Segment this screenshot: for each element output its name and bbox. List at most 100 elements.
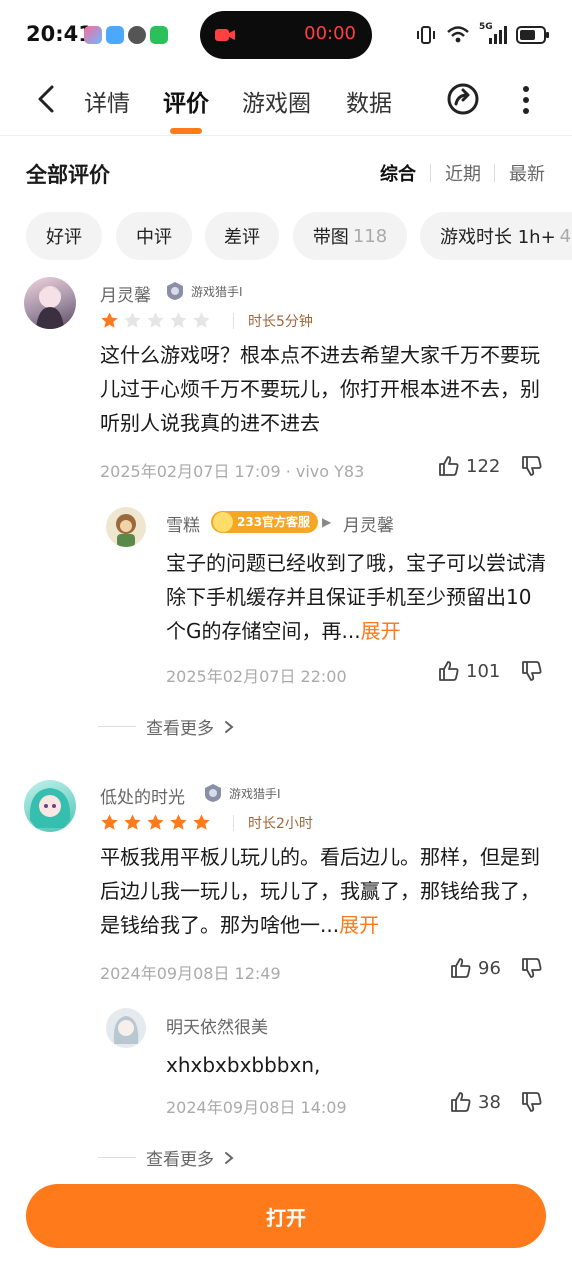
like-button[interactable]: 38: [450, 1091, 501, 1113]
tab-data[interactable]: 数据: [346, 84, 392, 118]
expand-link[interactable]: 展开: [339, 913, 379, 937]
divider-line: [98, 1157, 136, 1158]
cellular-signal-icon: 5G: [479, 22, 507, 46]
thumbs-up-icon: [451, 1092, 471, 1112]
chevron-right-icon: [225, 720, 234, 733]
section-title: 全部评价: [26, 163, 110, 187]
app-notification-icon: [84, 26, 102, 44]
star-filled-icon: [147, 814, 164, 830]
review-meta: 2024年09月08日 12:49: [100, 964, 281, 983]
star-filled-icon: [101, 312, 118, 328]
divider: [233, 815, 234, 831]
star-filled-icon: [101, 814, 118, 830]
like-count: 38: [478, 1091, 501, 1113]
star-empty-icon: [124, 312, 141, 328]
star-filled-icon: [170, 814, 187, 830]
status-bar: 20:41 00:00 5G: [0, 0, 572, 70]
filter-count: 118: [352, 225, 388, 247]
open-game-button[interactable]: 打开: [26, 1184, 546, 1248]
official-support-badge: 233官方客服: [211, 511, 319, 533]
star-empty-icon: [147, 312, 164, 328]
tab-reviews[interactable]: 评价: [163, 84, 209, 118]
thumbs-up-icon: [439, 456, 459, 476]
see-more-replies[interactable]: 查看更多: [98, 1145, 234, 1170]
like-count: 122: [466, 455, 501, 477]
thumbs-up-icon: [439, 661, 459, 681]
share-icon[interactable]: [446, 82, 480, 116]
active-tab-indicator: [170, 128, 202, 134]
filter-label: 好评: [46, 227, 82, 248]
see-more-replies[interactable]: 查看更多: [98, 714, 234, 739]
filter-label: 差评: [224, 227, 260, 248]
audio-app-icon: [128, 26, 146, 44]
filter-neutral[interactable]: 中评: [116, 212, 192, 260]
thumbs-down-icon[interactable]: [521, 1091, 543, 1113]
sort-newest[interactable]: 最新: [509, 160, 545, 186]
notification-icons: [84, 26, 168, 44]
star-filled-icon: [193, 814, 210, 830]
sort-recent[interactable]: 近期: [445, 160, 481, 186]
filter-label: 中评: [136, 227, 172, 248]
thumbs-down-icon[interactable]: [521, 660, 543, 682]
avatar[interactable]: [106, 507, 146, 547]
review-username[interactable]: 低处的时光: [100, 783, 185, 808]
like-count: 101: [466, 660, 501, 682]
badge-label: 233官方客服: [237, 515, 311, 529]
avatar[interactable]: [24, 277, 76, 329]
reply-username[interactable]: 雪糕: [166, 511, 200, 536]
sort-divider: [430, 164, 431, 182]
rating-stars: [100, 813, 211, 832]
reply-text: xhxbxbxbbbxn,: [166, 1053, 321, 1077]
divider-line: [98, 726, 136, 727]
user-badge-label: 游戏猎手I: [229, 787, 281, 801]
tab-details[interactable]: 详情: [84, 84, 130, 118]
sort-comprehensive[interactable]: 综合: [380, 160, 416, 186]
review-meta: 2025年02月07日 17:09 · vivo Y83: [100, 462, 365, 481]
top-navigation: 详情 评价 游戏圈 数据: [0, 70, 572, 136]
expand-link[interactable]: 展开: [361, 619, 401, 643]
badge-mascot-icon: [213, 512, 233, 532]
avatar[interactable]: [106, 1008, 146, 1048]
like-button[interactable]: 122: [438, 455, 500, 477]
reply-meta: 2024年09月08日 14:09: [166, 1098, 347, 1117]
status-time: 20:41: [26, 22, 93, 46]
like-count: 96: [478, 957, 501, 979]
reply-username[interactable]: 明天依然很美: [166, 1013, 268, 1038]
reply-arrow-icon: ▶: [322, 515, 332, 529]
filter-with-images[interactable]: 带图 118: [293, 212, 407, 260]
thumbs-down-icon[interactable]: [521, 957, 543, 979]
review-text: 这什么游戏呀？根本点不进去希望大家千万不要玩儿过于心烦千万不要玩儿，你打开根本进…: [100, 343, 540, 435]
like-button[interactable]: 96: [450, 957, 501, 979]
filter-playtime[interactable]: 游戏时长 1h+ 4: [420, 212, 572, 260]
like-button[interactable]: 101: [438, 660, 500, 682]
vibrate-icon: [417, 26, 435, 44]
reply-meta: 2025年02月07日 22:00: [166, 667, 347, 686]
back-arrow-icon[interactable]: [34, 84, 60, 114]
more-vertical-icon[interactable]: [516, 84, 536, 116]
avatar[interactable]: [24, 780, 76, 832]
divider: [233, 313, 234, 329]
rating-stars: [100, 311, 211, 330]
see-more-label: 查看更多: [146, 719, 214, 739]
reply-text: 宝子的问题已经收到了哦，宝子可以尝试清除下手机缓存并且保证手机至少预留出10个G…: [166, 546, 550, 648]
sort-divider: [494, 164, 495, 182]
hunter-badge-icon: [167, 282, 183, 300]
star-empty-icon: [193, 312, 210, 328]
filter-label: 游戏时长 1h+: [440, 227, 556, 248]
review-username[interactable]: 月灵馨: [100, 281, 151, 306]
thumbs-up-icon: [451, 958, 471, 978]
see-more-label: 查看更多: [146, 1150, 214, 1170]
battery-icon: [516, 26, 549, 44]
system-icons: 5G: [415, 22, 550, 46]
filter-negative[interactable]: 差评: [205, 212, 279, 260]
tab-game-circle[interactable]: 游戏圈: [242, 84, 311, 118]
review-text: 平板我用平板儿玩儿的。看后边儿。那样，但是到后边儿我一玩儿，玩儿了，我赢了，那钱…: [100, 840, 550, 942]
filter-positive[interactable]: 好评: [26, 212, 102, 260]
screen-recorder-pill[interactable]: 00:00: [200, 11, 372, 59]
reply-to-username[interactable]: 月灵馨: [343, 511, 394, 536]
star-filled-icon: [124, 814, 141, 830]
chevron-right-icon: [225, 1151, 234, 1164]
wechat-icon: [150, 26, 168, 44]
thumbs-down-icon[interactable]: [521, 455, 543, 477]
filter-count: 4: [559, 225, 572, 247]
